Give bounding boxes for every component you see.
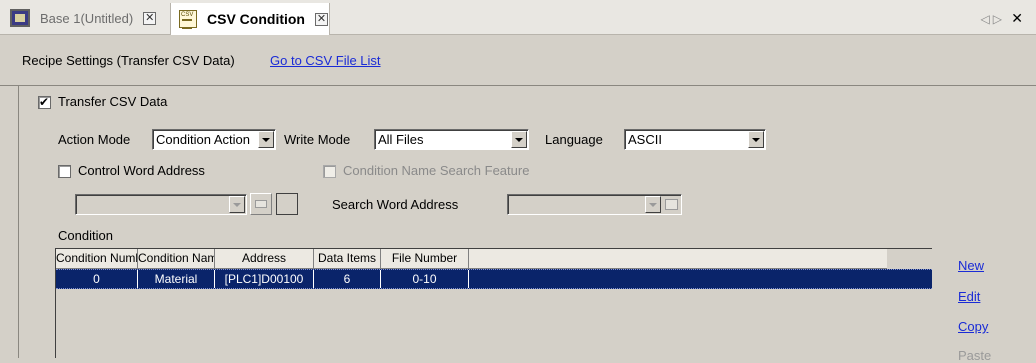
condition-name-search-checkbox[interactable] [323,165,336,178]
column-header-file-number[interactable]: File Number [381,249,469,269]
keypad-icon [255,200,267,208]
chevron-down-icon[interactable] [511,131,527,148]
edit-link[interactable]: Edit [958,289,980,304]
action-mode-select[interactable]: Condition Action [152,129,276,150]
control-word-address-checkbox[interactable] [58,165,71,178]
column-header-address[interactable]: Address [215,249,314,269]
condition-section-label: Condition [58,228,113,243]
column-header-filler [469,249,887,269]
chevron-down-icon[interactable] [748,131,764,148]
search-word-address-label: Search Word Address [332,197,459,212]
column-header-condition-name[interactable]: Condition Name [138,249,215,269]
column-header-condition-number[interactable]: Condition Number [56,249,138,269]
close-tab-icon[interactable]: ✕ [315,12,328,26]
cell-data-items: 6 [314,270,381,288]
write-mode-label: Write Mode [284,132,351,147]
tab-csv-condition-label: CSV Condition [207,11,305,27]
scroll-left-icon[interactable]: ◁ [980,12,992,26]
cell-address: [PLC1]D00100 [215,270,314,288]
control-word-address-select[interactable] [75,194,247,215]
condition-table: Condition Number Condition Name Address … [55,248,932,359]
column-header-data-items[interactable]: Data Items [314,249,381,269]
control-word-address-label: Control Word Address [78,163,205,178]
address-input-box[interactable] [276,193,298,215]
tab-base1[interactable]: Base 1(Untitled) ✕ [2,3,170,33]
write-mode-select[interactable]: All Files [374,129,529,150]
keypad-icon[interactable] [665,199,678,210]
language-value: ASCII [628,132,662,147]
chevron-down-icon[interactable] [258,131,274,148]
table-row[interactable]: 0 Material [PLC1]D00100 6 0-10 [56,269,932,289]
tab-bar: Base 1(Untitled) ✕ CSV Condition ✕ ◁▷ ✕ [0,0,1036,35]
table-empty-area [56,289,932,359]
paste-link[interactable]: Paste [958,348,991,363]
page-title: Recipe Settings (Transfer CSV Data) [22,53,235,68]
search-word-address-select[interactable] [507,194,682,215]
monitor-icon [10,9,30,27]
go-to-csv-file-list-link[interactable]: Go to CSV File List [270,53,381,68]
cell-file-number: 0-10 [381,270,469,288]
tab-base1-label: Base 1(Untitled) [40,10,134,26]
scroll-right-icon[interactable]: ▷ [993,12,1005,26]
header-bar: Recipe Settings (Transfer CSV Data) Go t… [0,36,1036,86]
close-window-icon[interactable]: ✕ [1011,10,1026,26]
language-label: Language [545,132,603,147]
condition-name-search-label: Condition Name Search Feature [343,163,530,178]
copy-link[interactable]: Copy [958,319,988,334]
transfer-csv-label: Transfer CSV Data [58,94,168,109]
cell-condition-name: Material [138,270,215,288]
table-header: Condition Number Condition Name Address … [56,249,887,269]
transfer-csv-checkbox[interactable] [38,94,51,110]
close-tab-icon[interactable]: ✕ [143,11,157,25]
chevron-down-icon[interactable] [645,196,661,213]
cell-condition-number: 0 [56,270,138,288]
language-select[interactable]: ASCII [624,129,766,150]
tab-navigation: ◁▷ ✕ [980,10,1026,27]
write-mode-value: All Files [378,132,424,147]
new-link[interactable]: New [958,258,984,273]
tab-csv-condition[interactable]: CSV Condition ✕ [170,3,330,35]
chevron-down-icon[interactable] [229,196,245,213]
csv-document-icon [179,10,197,29]
keypad-button[interactable] [250,193,272,215]
action-mode-label: Action Mode [58,132,131,147]
action-mode-value: Condition Action [156,132,250,147]
